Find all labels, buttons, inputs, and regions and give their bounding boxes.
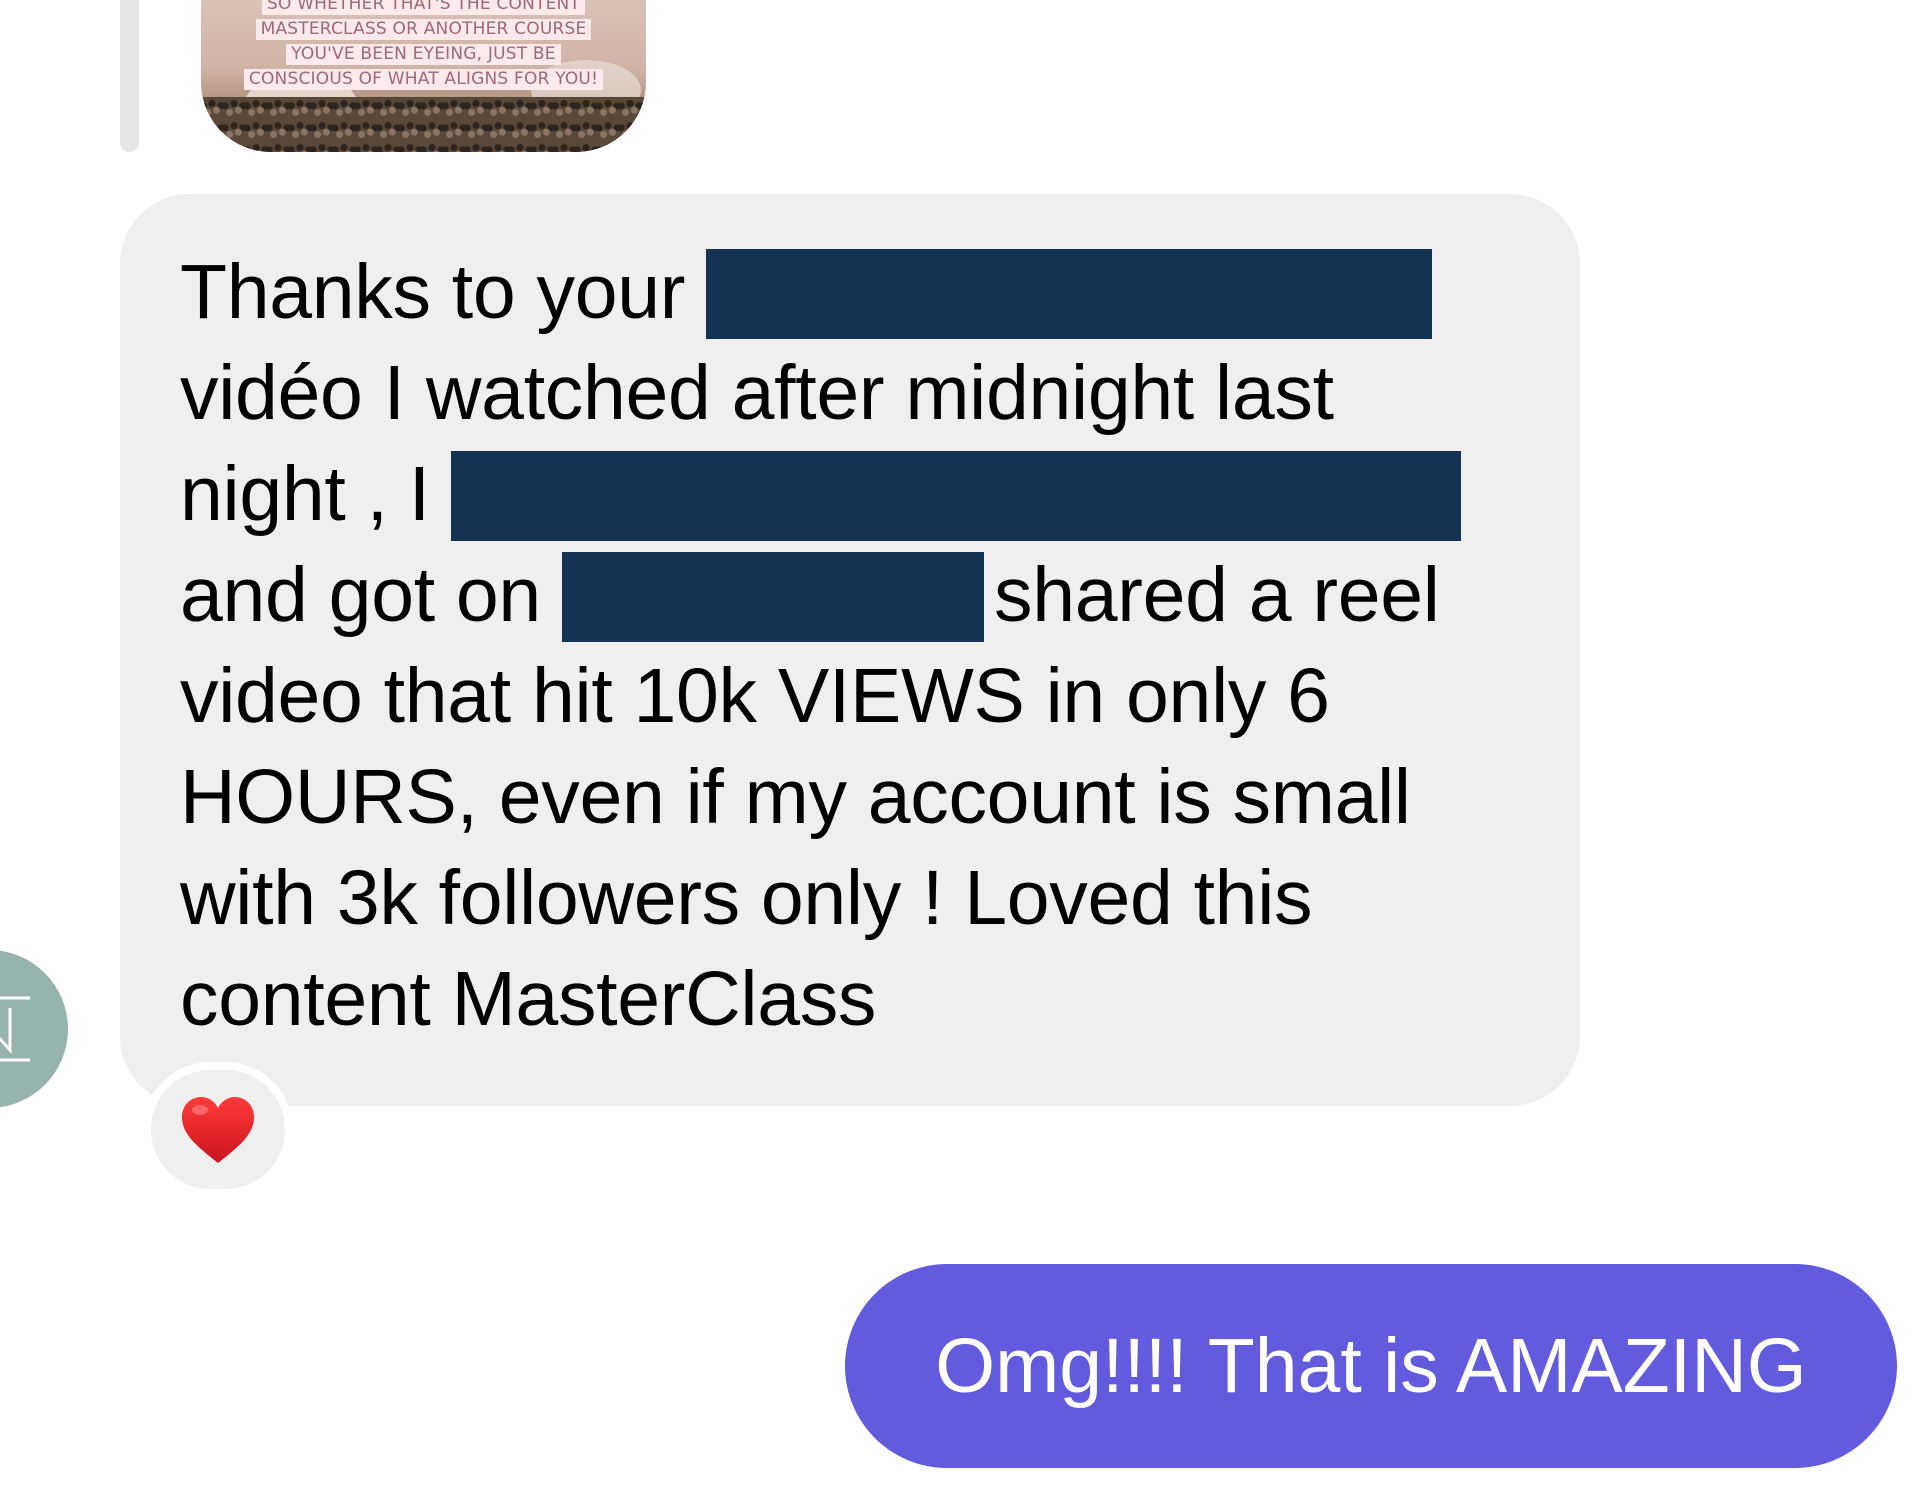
story-caption-line: YOU'VE BEEN EYEING, JUST BE xyxy=(286,44,561,65)
message-segment: Thanks to your xyxy=(180,249,707,335)
reply-thread-line xyxy=(120,0,139,152)
incoming-message-text: Thanks to your vidéo I watched after mid… xyxy=(180,242,1520,1050)
redacted-block xyxy=(706,249,1433,339)
story-caption-line: CONSCIOUS OF WHAT ALIGNS FOR YOU! xyxy=(243,69,604,90)
message-segment: and got on xyxy=(180,552,563,638)
story-reply-thumbnail[interactable]: SO WHETHER THAT'S THE CONTENT MASTERCLAS… xyxy=(201,0,646,152)
outgoing-message-bubble[interactable]: Omg!!!! That is AMAZING xyxy=(845,1264,1897,1468)
conversation-view: SO WHETHER THAT'S THE CONTENT MASTERCLAS… xyxy=(0,0,1920,1495)
heart-icon xyxy=(182,1096,254,1163)
story-caption-line: SO WHETHER THAT'S THE CONTENT xyxy=(261,0,586,15)
story-caption: SO WHETHER THAT'S THE CONTENT MASTERCLAS… xyxy=(201,0,646,90)
message-reaction[interactable] xyxy=(143,1062,293,1197)
avatar[interactable] xyxy=(0,950,68,1108)
story-image-ground xyxy=(201,97,646,152)
outgoing-message-text: Omg!!!! That is AMAZING xyxy=(935,1322,1807,1409)
avatar-logo-icon xyxy=(0,996,30,1062)
story-caption-line: MASTERCLASS OR ANOTHER COURSE xyxy=(255,19,592,40)
redacted-block xyxy=(450,451,1461,541)
redacted-block xyxy=(562,552,985,642)
